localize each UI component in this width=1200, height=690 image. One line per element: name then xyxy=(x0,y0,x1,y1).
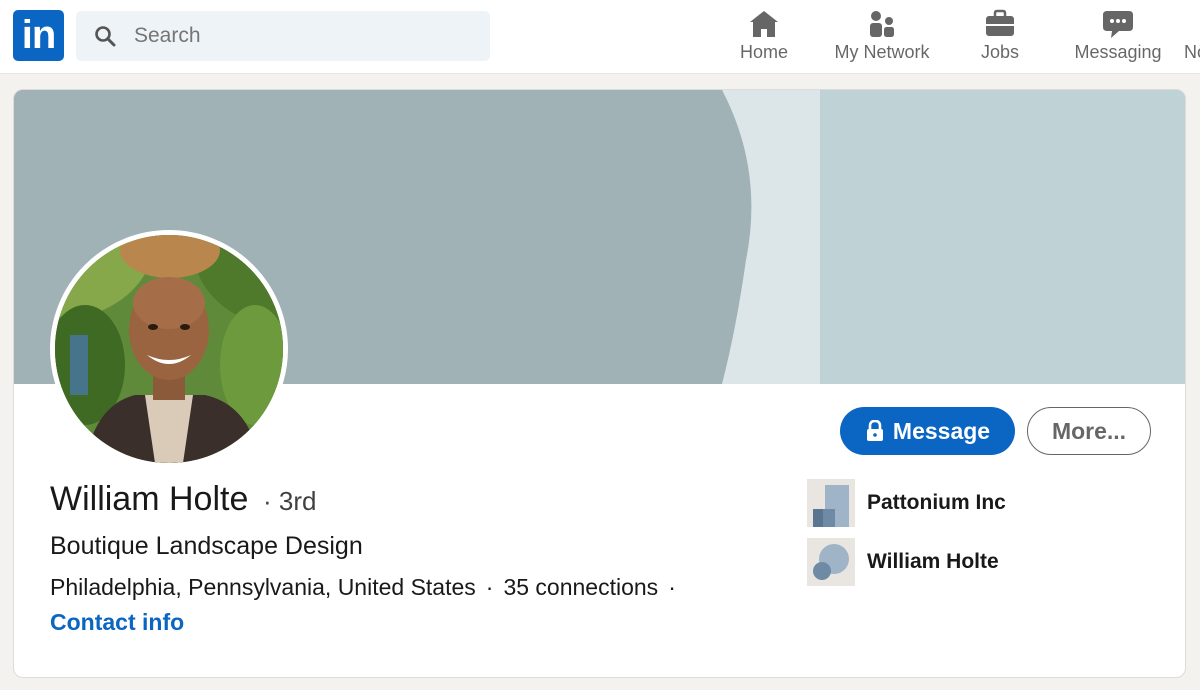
separator-dot: · xyxy=(668,574,676,600)
profile-headline: Boutique Landscape Design xyxy=(50,532,363,560)
search-icon xyxy=(95,26,116,47)
nav-notifications[interactable]: No xyxy=(1180,0,1200,74)
top-nav-bar: in Home My Network Jobs xyxy=(0,0,1200,74)
nav-jobs[interactable]: Jobs xyxy=(960,0,1040,74)
chat-icon xyxy=(1103,11,1133,38)
lock-icon xyxy=(866,420,883,441)
organization-item[interactable]: Pattonium Inc xyxy=(807,479,1006,527)
contact-info-link[interactable]: Contact info xyxy=(50,609,184,636)
message-button-label: Message xyxy=(892,417,991,444)
nav-my-network-label: My Network xyxy=(834,42,930,62)
profile-photo-image xyxy=(55,235,283,463)
connections-count[interactable]: 35 connections xyxy=(503,574,658,600)
search-bar[interactable] xyxy=(76,11,490,61)
profile-location: Philadelphia, Pennsylvania, United State… xyxy=(50,574,476,600)
organization-name: William Holte xyxy=(867,550,999,573)
nav-home-label: Home xyxy=(739,42,788,62)
connection-degree: · 3rd xyxy=(263,486,317,516)
linkedin-logo[interactable]: in xyxy=(13,10,64,61)
logo-text: in xyxy=(21,13,57,57)
home-icon xyxy=(750,11,778,37)
organization-item[interactable]: William Holte xyxy=(807,538,999,586)
nav-home[interactable]: Home xyxy=(724,0,804,74)
nav-messaging[interactable]: Messaging xyxy=(1066,0,1170,74)
profile-name: William Holte xyxy=(50,480,249,518)
organization-name: Pattonium Inc xyxy=(867,491,1006,514)
profile-card: Message More... William Holte · 3rd Bout… xyxy=(13,89,1186,678)
nav-notifications-label: No xyxy=(1184,42,1200,62)
separator-dot: · xyxy=(485,574,494,600)
nav-messaging-label: Messaging xyxy=(1074,42,1162,62)
company-logo-icon xyxy=(807,479,855,527)
people-icon xyxy=(870,11,894,37)
nav-jobs-label: Jobs xyxy=(980,42,1020,62)
message-button[interactable]: Message xyxy=(840,407,1015,455)
profile-photo[interactable] xyxy=(50,230,288,468)
briefcase-icon xyxy=(986,9,1014,36)
more-button-label: More... xyxy=(1051,417,1127,444)
school-logo-icon xyxy=(807,538,855,586)
nav-my-network[interactable]: My Network xyxy=(826,0,938,74)
search-input[interactable] xyxy=(134,11,405,61)
more-button[interactable]: More... xyxy=(1027,407,1151,455)
profile-meta: Philadelphia, Pennsylvania, United State… xyxy=(50,574,686,601)
